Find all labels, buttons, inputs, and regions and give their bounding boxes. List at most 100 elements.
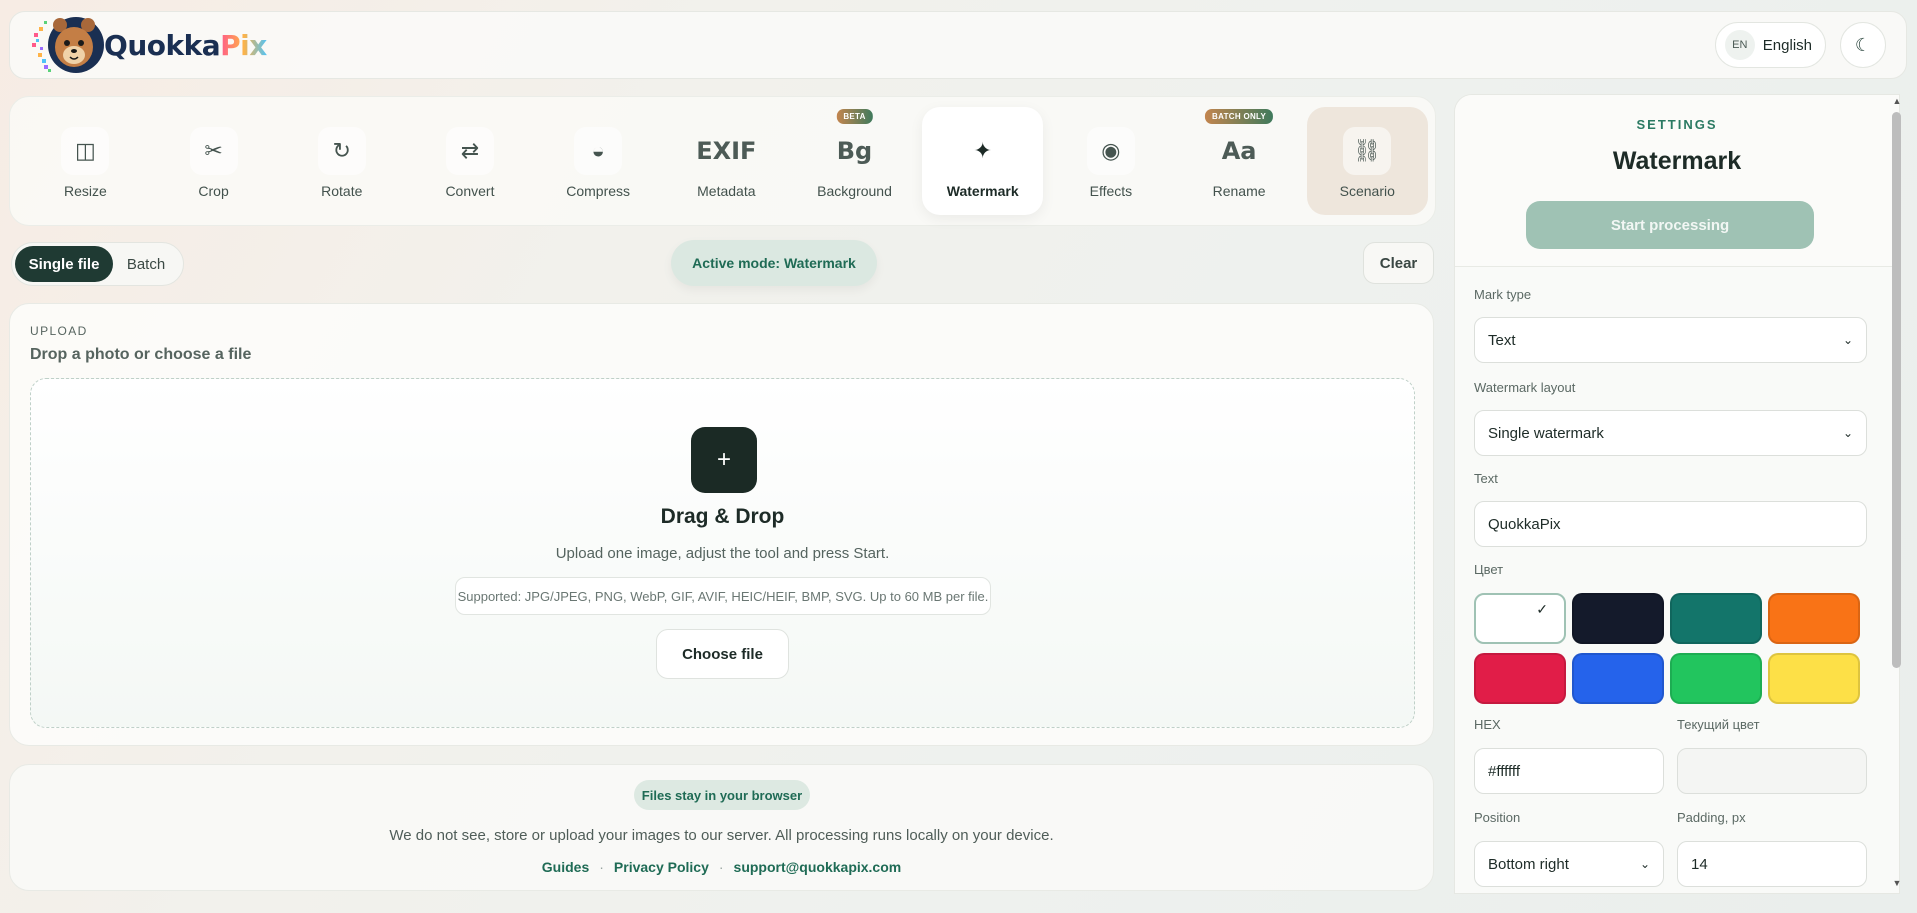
- tool-effects[interactable]: ◉ Effects: [1051, 107, 1172, 215]
- settings-header: SETTINGS Watermark Start processing: [1455, 95, 1899, 267]
- plus-icon[interactable]: +: [691, 427, 757, 493]
- chevron-down-icon: ⌄: [1842, 333, 1853, 347]
- tool-label: Compress: [566, 183, 631, 199]
- mark-type-label: Mark type: [1474, 287, 1532, 302]
- header-actions: EN English ☾: [1714, 22, 1886, 68]
- sparkle-icon: ✦: [973, 138, 992, 163]
- tool-label: Background: [817, 183, 892, 199]
- scrollbar-thumb[interactable]: [1892, 112, 1901, 668]
- privacy-text: We do not see, store or upload your imag…: [389, 827, 1054, 844]
- exif-icon: EXIF: [696, 137, 757, 165]
- tool-watermark[interactable]: ✦ Watermark: [922, 107, 1044, 215]
- rotate-icon: ↻: [317, 127, 366, 175]
- footer-links: Guides · Privacy Policy · support@quokka…: [10, 859, 1433, 875]
- upload-title: Drop a photo or choose a file: [30, 346, 252, 363]
- hex-label: HEX: [1474, 717, 1501, 732]
- tool-label: Rotate: [321, 183, 363, 199]
- padding-input[interactable]: 14: [1677, 841, 1867, 887]
- tool-crop[interactable]: ✂ Crop: [153, 107, 274, 215]
- separator: ·: [599, 859, 604, 875]
- tool-compress[interactable]: ◒ Compress: [538, 107, 659, 215]
- logo[interactable]: QuokkaPix: [30, 13, 267, 77]
- quokka-logo-icon: [30, 13, 108, 77]
- color-swatch[interactable]: ✓: [1474, 593, 1566, 644]
- privacy-policy-link[interactable]: Privacy Policy: [614, 859, 709, 875]
- color-swatch[interactable]: [1768, 653, 1860, 704]
- effects-icon: ◉: [1086, 127, 1135, 175]
- hex-value: #ffffff: [1488, 762, 1520, 780]
- watermark-text-value: QuokkaPix: [1488, 515, 1561, 533]
- tool-label: Crop: [198, 183, 229, 199]
- tool-label: Effects: [1089, 183, 1133, 199]
- color-swatch[interactable]: [1474, 653, 1566, 704]
- color-swatch[interactable]: [1768, 593, 1860, 644]
- chevron-down-icon: ⌄: [1639, 857, 1650, 871]
- tool-metadata[interactable]: EXIF Metadata: [666, 107, 787, 215]
- text-label: Text: [1474, 471, 1498, 486]
- separator: ·: [718, 859, 724, 875]
- rename-icon: Aa: [1221, 137, 1257, 165]
- layout-label: Watermark layout: [1474, 380, 1576, 395]
- convert-icon: ⇄: [445, 127, 494, 175]
- language-button[interactable]: EN English: [1714, 22, 1826, 68]
- padding-label: Padding, px: [1677, 810, 1746, 825]
- tool-background[interactable]: BETA Bg Background: [794, 107, 915, 215]
- current-color-label: Текущий цвет: [1677, 717, 1760, 732]
- mark-type-select[interactable]: Text ⌄: [1474, 317, 1867, 363]
- batch-option[interactable]: Batch: [113, 246, 179, 282]
- start-processing-button[interactable]: Start processing: [1526, 201, 1814, 249]
- clear-button[interactable]: Clear: [1363, 242, 1434, 284]
- moon-icon: ☾: [1854, 34, 1872, 55]
- theme-toggle-button[interactable]: ☾: [1840, 22, 1886, 68]
- tool-selector-bar: ◫ Resize ✂ Crop ↻ Rotate ⇄ Convert ◒ Compress EXIF…: [9, 96, 1436, 226]
- padding-value: 14: [1691, 855, 1708, 873]
- tool-rotate[interactable]: ↻ Rotate: [281, 107, 402, 215]
- position-label: Position: [1474, 810, 1521, 825]
- dropzone[interactable]: + Drag & Drop Upload one image, adjust t…: [30, 378, 1415, 728]
- watermark-text-input[interactable]: QuokkaPix: [1474, 501, 1867, 547]
- check-icon: ✓: [1536, 601, 1548, 617]
- language-label: English: [1762, 36, 1812, 54]
- chain-icon: ⛓: [1343, 127, 1392, 175]
- dropzone-title: Drag & Drop: [660, 505, 785, 528]
- hex-input[interactable]: #ffffff: [1474, 748, 1664, 794]
- top-header: QuokkaPix EN English ☾: [9, 11, 1907, 79]
- color-swatch[interactable]: [1670, 653, 1762, 704]
- tool-resize[interactable]: ◫ Resize: [25, 107, 146, 215]
- tool-label: Metadata: [697, 183, 756, 199]
- tool-rename[interactable]: BATCH ONLY Aa Rename: [1179, 107, 1300, 215]
- layout-select[interactable]: Single watermark ⌄: [1474, 410, 1867, 456]
- tool-convert[interactable]: ⇄ Convert: [410, 107, 531, 215]
- compress-icon: ◒: [574, 127, 623, 175]
- resize-icon: ◫: [61, 127, 110, 175]
- supported-formats: Supported: JPG/JPEG, PNG, WebP, GIF, AVI…: [455, 577, 991, 615]
- tool-label: Scenario: [1339, 183, 1395, 199]
- settings-title: Watermark: [1612, 147, 1742, 175]
- color-swatch[interactable]: [1572, 653, 1664, 704]
- mark-type-value: Text: [1488, 331, 1516, 349]
- support-email-link[interactable]: support@quokkapix.com: [734, 859, 902, 875]
- choose-file-button[interactable]: Choose file: [656, 629, 789, 679]
- single-file-option[interactable]: Single file: [15, 246, 113, 282]
- position-select[interactable]: Bottom right ⌄: [1474, 841, 1664, 887]
- crop-icon: ✂: [189, 127, 238, 175]
- privacy-footer: Files stay in your browser We do not see…: [9, 764, 1434, 891]
- guides-link[interactable]: Guides: [542, 859, 589, 875]
- color-label: Цвет: [1474, 562, 1504, 577]
- logo-text-pix: Pix: [220, 28, 267, 62]
- logo-text-okka: uokka: [127, 28, 221, 62]
- tool-scenario[interactable]: ⛓ Scenario: [1306, 107, 1428, 215]
- dropzone-subtitle: Upload one image, adjust the tool and pr…: [555, 545, 890, 562]
- layout-value: Single watermark: [1488, 424, 1604, 442]
- scroll-down-arrow-icon[interactable]: ▼: [1890, 878, 1904, 888]
- logo-wordmark: QuokkaPix: [104, 29, 267, 62]
- settings-panel: SETTINGS Watermark Start processing Mark…: [1454, 94, 1900, 894]
- tool-label: Watermark: [946, 183, 1019, 199]
- background-icon: Bg: [836, 137, 873, 165]
- scroll-up-arrow-icon[interactable]: ▲: [1890, 96, 1904, 106]
- color-swatch[interactable]: [1572, 593, 1664, 644]
- language-code-badge: EN: [1724, 30, 1755, 60]
- color-swatch[interactable]: [1670, 593, 1762, 644]
- tool-label: Rename: [1212, 183, 1266, 199]
- position-value: Bottom right: [1488, 855, 1569, 873]
